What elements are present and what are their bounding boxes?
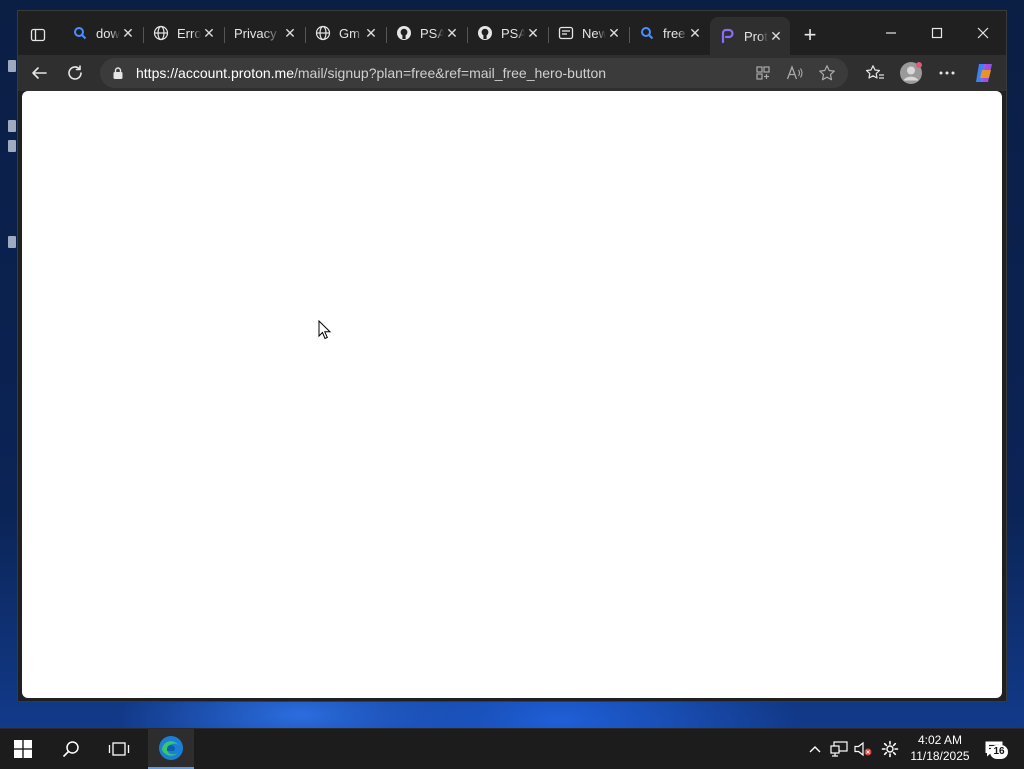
desktop-icon-partial[interactable]: [8, 120, 16, 132]
lock-icon[interactable]: [110, 65, 126, 81]
close-icon: [977, 27, 989, 39]
show-hidden-icons-button[interactable]: [804, 729, 826, 769]
favorite-star-icon[interactable]: [816, 62, 838, 84]
url-scheme: https://: [136, 65, 179, 81]
tab-2[interactable]: Erro ✕: [143, 17, 223, 49]
globe-icon: [315, 25, 331, 41]
search-icon: [72, 25, 88, 41]
address-bar-actions: [752, 62, 838, 84]
system-clock[interactable]: 4:02 AM 11/18/2025: [904, 732, 976, 764]
clock-date: 11/18/2025: [910, 749, 970, 763]
more-menu-button[interactable]: [932, 59, 962, 87]
minimize-icon: [886, 32, 896, 34]
tab-title: PSA: [420, 25, 444, 41]
close-tab-icon[interactable]: ✕: [606, 25, 622, 41]
network-status-button[interactable]: [828, 729, 850, 769]
plus-icon: +: [803, 22, 817, 47]
back-button[interactable]: [24, 59, 54, 87]
close-tab-icon[interactable]: ✕: [282, 25, 298, 41]
tab-title: PSA: [501, 25, 525, 41]
new-tab-button[interactable]: +: [796, 21, 824, 49]
chevron-up-icon: [809, 746, 821, 753]
tab-9-active[interactable]: Prot ✕: [710, 17, 790, 55]
close-tab-icon[interactable]: ✕: [363, 25, 379, 41]
edge-browser-icon: [159, 736, 183, 760]
refresh-button[interactable]: [60, 59, 90, 87]
tab-bar: dow ✕ Erro ✕ Privacy e ✕ Gm ✕ PSA ✕: [18, 11, 1006, 55]
start-button[interactable]: [0, 729, 46, 769]
volume-button[interactable]: [852, 729, 874, 769]
tab-3[interactable]: Privacy e ✕: [224, 17, 304, 49]
copilot-button[interactable]: [970, 59, 1000, 87]
network-icon: [830, 741, 848, 757]
search-icon: [62, 741, 79, 758]
search-icon: [639, 25, 655, 41]
url-host: account.proton.me: [178, 65, 294, 81]
browser-window: dow ✕ Erro ✕ Privacy e ✕ Gm ✕ PSA ✕: [17, 10, 1007, 702]
maximize-icon: [931, 27, 943, 39]
tab-title: free: [663, 25, 686, 41]
tab-6[interactable]: PSA ✕: [467, 17, 547, 49]
refresh-icon: [68, 65, 82, 80]
tab-title: Prot: [744, 28, 768, 44]
back-arrow-icon: [32, 67, 47, 79]
tab-actions-icon: [30, 28, 46, 42]
tab-title: Gm: [339, 25, 360, 41]
globe-icon: [153, 25, 169, 41]
app-available-icon[interactable]: [752, 62, 774, 84]
desktop-icon-partial[interactable]: [8, 140, 16, 152]
tab-7[interactable]: New ✕: [548, 17, 628, 49]
settings-tray-button[interactable]: [878, 729, 902, 769]
tab-title: dow: [96, 25, 120, 41]
favorites-icon: [865, 65, 884, 79]
desktop-icon-partial[interactable]: [8, 60, 16, 72]
tab-5[interactable]: PSA ✕: [386, 17, 466, 49]
tab-title: Privacy e: [234, 25, 282, 41]
taskbar-edge-button[interactable]: [148, 729, 194, 769]
profile-avatar-icon: [900, 62, 922, 84]
taskbar-search-button[interactable]: [48, 729, 94, 769]
tab-title: Erro: [177, 25, 201, 41]
taskbar: 4:02 AM 11/18/2025: [0, 728, 1024, 769]
tab-1[interactable]: dow ✕: [62, 17, 142, 49]
maximize-button[interactable]: [914, 17, 960, 49]
close-tab-icon[interactable]: ✕: [120, 25, 136, 41]
notification-count-badge: 16: [990, 745, 1008, 759]
copilot-icon: [976, 64, 992, 82]
desktop-icon-partial[interactable]: [8, 236, 16, 248]
volume-muted-icon: [854, 741, 872, 757]
favorites-button[interactable]: [860, 59, 890, 87]
gear-icon: [881, 740, 899, 758]
url-path: /mail/signup?plan=free&ref=mail_free_her…: [294, 65, 607, 81]
task-view-button[interactable]: [96, 729, 142, 769]
task-view-icon: [108, 742, 130, 756]
news-icon: [558, 25, 574, 41]
mouse-cursor-icon: [318, 319, 332, 345]
browser-toolbar: https://account.proton.me/mail/signup?pl…: [18, 55, 1006, 91]
tab-4[interactable]: Gm ✕: [305, 17, 385, 49]
profile-button[interactable]: [896, 59, 926, 87]
close-tab-icon[interactable]: ✕: [687, 25, 703, 41]
read-aloud-icon[interactable]: [784, 62, 806, 84]
close-window-button[interactable]: [960, 17, 1006, 49]
address-bar[interactable]: https://account.proton.me/mail/signup?pl…: [100, 58, 848, 88]
tab-8[interactable]: free ✕: [629, 17, 709, 49]
url-text[interactable]: https://account.proton.me/mail/signup?pl…: [136, 65, 606, 81]
minimize-button[interactable]: [868, 17, 914, 49]
github-icon: [477, 25, 493, 41]
close-tab-icon[interactable]: ✕: [525, 25, 541, 41]
tab-actions-button[interactable]: [24, 21, 52, 49]
page-content-blank[interactable]: [22, 91, 1002, 698]
clock-time: 4:02 AM: [917, 733, 963, 747]
more-dots-icon: [939, 71, 955, 75]
close-tab-icon[interactable]: ✕: [444, 25, 460, 41]
close-tab-icon[interactable]: ✕: [201, 25, 217, 41]
windows-logo-icon: [14, 740, 32, 758]
github-icon: [396, 25, 412, 41]
close-tab-icon[interactable]: ✕: [768, 28, 784, 44]
tab-title: New: [582, 25, 606, 41]
proton-icon: [720, 28, 736, 44]
